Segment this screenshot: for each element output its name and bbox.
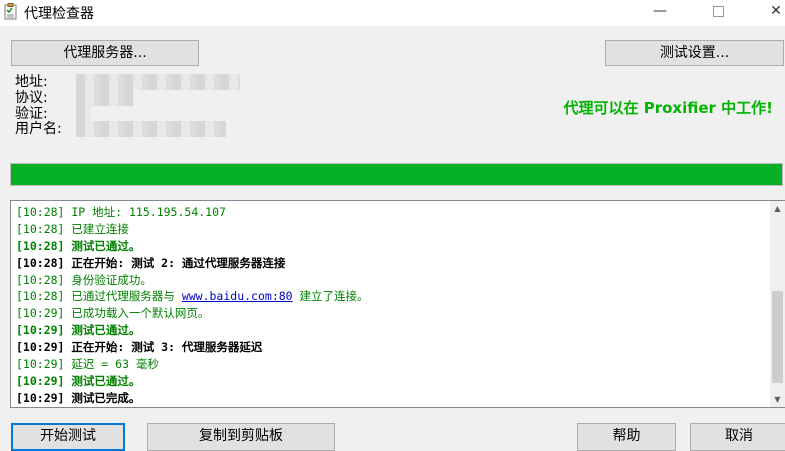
address-value-redacted bbox=[76, 74, 240, 90]
scroll-up-icon[interactable]: ▲ bbox=[770, 201, 785, 216]
window-title: 代理检查器 bbox=[24, 6, 94, 22]
log-line: [10:28] 正在开始: 测试 2: 通过代理服务器连接 bbox=[16, 255, 286, 270]
log-url-link[interactable]: www.baidu.com:80 bbox=[182, 289, 293, 303]
log-line-prefix: [10:28] 已通过代理服务器与 bbox=[16, 289, 182, 304]
scroll-thumb[interactable] bbox=[772, 291, 783, 383]
username-value-redacted bbox=[76, 121, 226, 137]
close-button[interactable]: ✕ bbox=[756, 0, 785, 22]
log-line: [10:28] 测试已通过。 bbox=[16, 238, 141, 253]
log-line: [10:29] 测试已完成。 bbox=[16, 390, 141, 405]
log-line: [10:29] 正在开始: 测试 3: 代理服务器延迟 bbox=[16, 340, 263, 355]
minimize-button[interactable]: — bbox=[640, 0, 680, 22]
app-checklist-icon bbox=[4, 3, 17, 20]
log-line: [10:29] 延迟 = 63 毫秒 bbox=[16, 357, 159, 372]
log-line: [10:28] 已通过代理服务器与 www.baidu.com:80 建立了连接… bbox=[16, 288, 369, 305]
scroll-down-icon[interactable]: ▼ bbox=[770, 392, 785, 407]
log-line: [10:28] 身份验证成功。 bbox=[16, 272, 152, 287]
status-message: 代理可以在 Proxifier 中工作! bbox=[563, 99, 774, 117]
title-bar: 代理检查器 — ✕ bbox=[0, 0, 785, 26]
log-line: [10:28] 已建立连接 bbox=[16, 221, 129, 236]
progress-bar bbox=[10, 163, 783, 186]
maximize-button[interactable] bbox=[698, 0, 738, 22]
log-line: [10:29] 测试已通过。 bbox=[16, 323, 141, 338]
log-line: [10:29] 已成功载入一个默认网页。 bbox=[16, 306, 210, 321]
maximize-icon bbox=[712, 6, 724, 17]
username-label: 用户名: bbox=[15, 121, 62, 137]
progress-fill bbox=[11, 164, 782, 185]
address-label: 地址: bbox=[15, 74, 48, 90]
proxy-servers-button[interactable]: 代理服务器... bbox=[11, 40, 199, 66]
log-lines: [10:28] IP 地址: 115.195.54.107 [10:28] 已建立… bbox=[16, 204, 369, 407]
log-textbox[interactable]: [10:28] IP 地址: 115.195.54.107 [10:28] 已建立… bbox=[10, 200, 785, 408]
log-line: [10:28] IP 地址: 115.195.54.107 bbox=[16, 205, 226, 219]
log-scrollbar[interactable]: ▲ ▼ bbox=[770, 201, 785, 407]
test-settings-button[interactable]: 测试设置... bbox=[605, 40, 784, 66]
log-line-suffix: 建立了连接。 bbox=[292, 289, 369, 304]
log-line: [10:29] 测试已通过。 bbox=[16, 373, 141, 388]
protocol-value-redacted bbox=[76, 90, 134, 106]
auth-value-redacted bbox=[76, 105, 90, 121]
protocol-label: 协议: bbox=[15, 90, 48, 106]
auth-label: 验证: bbox=[15, 106, 48, 122]
